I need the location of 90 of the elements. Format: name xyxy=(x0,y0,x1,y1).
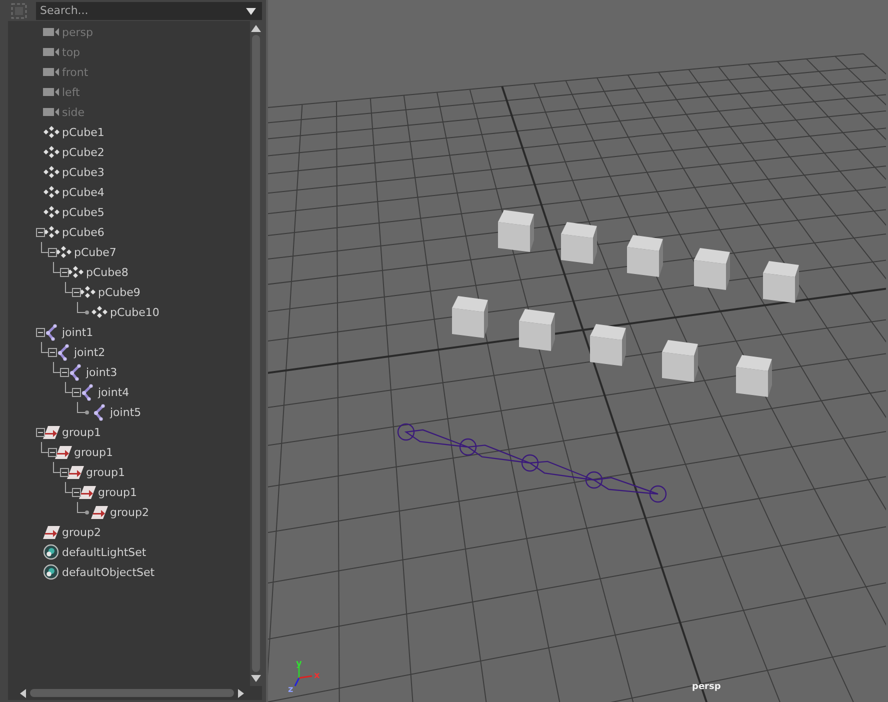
outliner-item[interactable]: group1 xyxy=(8,462,250,482)
tree-connector xyxy=(53,462,60,475)
camera-icon xyxy=(42,26,60,38)
outliner-item[interactable]: group1 xyxy=(8,422,250,442)
tree-connector xyxy=(41,242,48,255)
collapse-toggle[interactable] xyxy=(36,228,45,237)
group-icon xyxy=(54,446,72,458)
viewport[interactable]: x y z persp xyxy=(268,0,888,702)
outliner-item[interactable]: defaultObjectSet xyxy=(8,562,250,582)
tree-connector xyxy=(41,342,48,355)
outliner-item[interactable]: joint2 xyxy=(8,342,250,362)
outliner-item[interactable]: pCube6 xyxy=(8,222,250,242)
collapse-toggle[interactable] xyxy=(48,248,57,257)
outliner-item[interactable]: pCube8 xyxy=(8,262,250,282)
horizontal-scrollbar[interactable] xyxy=(8,686,262,700)
collapse-toggle[interactable] xyxy=(36,428,45,437)
axis-label: y xyxy=(296,659,302,669)
outliner-item[interactable]: joint5 xyxy=(8,402,250,422)
outliner-item[interactable]: pCube7 xyxy=(8,242,250,262)
joint-icon xyxy=(56,344,70,360)
outliner-item[interactable]: group2 xyxy=(8,522,250,542)
joint-icon xyxy=(44,324,58,340)
cube-drawing[interactable] xyxy=(590,324,626,366)
collapse-toggle[interactable] xyxy=(60,268,69,277)
outliner-item[interactable]: joint1 xyxy=(8,322,250,342)
outliner-item[interactable]: pCube1 xyxy=(8,122,250,142)
tree-connector xyxy=(65,382,72,395)
camera-name-label: persp xyxy=(692,682,721,692)
outliner-item[interactable]: pCube5 xyxy=(8,202,250,222)
outliner-item[interactable]: joint3 xyxy=(8,362,250,382)
outliner-item[interactable]: defaultLightSet xyxy=(8,542,250,562)
outliner-item[interactable]: pCube4 xyxy=(8,182,250,202)
collapse-toggle[interactable] xyxy=(60,468,69,477)
group-icon xyxy=(42,526,60,538)
scroll-up-icon[interactable] xyxy=(251,25,261,32)
collapse-toggle[interactable] xyxy=(72,488,81,497)
joint-icon xyxy=(80,384,94,400)
collapse-toggle[interactable] xyxy=(48,448,57,457)
tree-connector xyxy=(53,262,60,275)
set-icon xyxy=(43,564,59,580)
camera-icon xyxy=(42,86,60,98)
outliner-item[interactable]: pCube10 xyxy=(8,302,250,322)
search-field[interactable]: Search... xyxy=(36,2,262,20)
scroll-down-icon[interactable] xyxy=(251,675,261,682)
mesh-icon xyxy=(42,186,60,198)
group-icon xyxy=(90,506,108,518)
set-icon xyxy=(43,544,59,560)
tree-connector xyxy=(41,442,48,455)
vertical-scrollbar[interactable] xyxy=(250,21,262,686)
camera-icon xyxy=(42,66,60,78)
mesh-icon xyxy=(42,146,60,158)
scroll-left-icon[interactable] xyxy=(20,688,26,698)
mesh-icon xyxy=(66,266,84,278)
axis-label: x xyxy=(314,671,320,681)
collapse-toggle[interactable] xyxy=(36,328,45,337)
tree-connector xyxy=(77,502,89,515)
axis-indicator-icon xyxy=(294,667,312,686)
collapse-toggle[interactable] xyxy=(72,288,81,297)
tree-connector xyxy=(77,302,89,315)
camera-icon xyxy=(42,106,60,118)
outliner-item[interactable]: pCube9 xyxy=(8,282,250,302)
joint-icon xyxy=(92,404,106,420)
outliner-item[interactable]: group1 xyxy=(8,442,250,462)
outliner-item[interactable]: joint4 xyxy=(8,382,250,402)
joint-icon xyxy=(68,364,82,380)
mesh-icon xyxy=(54,246,72,258)
mesh-icon xyxy=(90,306,108,318)
outliner-item[interactable]: group2 xyxy=(8,502,250,522)
tree-connector xyxy=(65,482,72,495)
outliner-item[interactable]: pCube3 xyxy=(8,162,250,182)
mesh-icon xyxy=(42,126,60,138)
mesh-icon xyxy=(42,166,60,178)
camera-icon xyxy=(42,46,60,58)
mesh-icon xyxy=(42,206,60,218)
outliner-item[interactable]: pCube2 xyxy=(8,142,250,162)
scroll-right-icon[interactable] xyxy=(238,688,244,698)
mesh-icon xyxy=(42,226,60,238)
collapse-toggle[interactable] xyxy=(60,368,69,377)
collapse-toggle[interactable] xyxy=(72,388,81,397)
group-icon xyxy=(42,426,60,438)
axis-label: z xyxy=(288,685,294,695)
outliner-item[interactable]: group1 xyxy=(8,482,250,502)
tree-connector xyxy=(77,402,89,415)
tree-connector xyxy=(65,282,72,295)
collapse-toggle[interactable] xyxy=(48,348,57,357)
group-icon xyxy=(66,466,84,478)
group-icon xyxy=(78,486,96,498)
tree-connector xyxy=(53,362,60,375)
caret-icon[interactable] xyxy=(246,8,256,14)
mesh-icon xyxy=(78,286,96,298)
